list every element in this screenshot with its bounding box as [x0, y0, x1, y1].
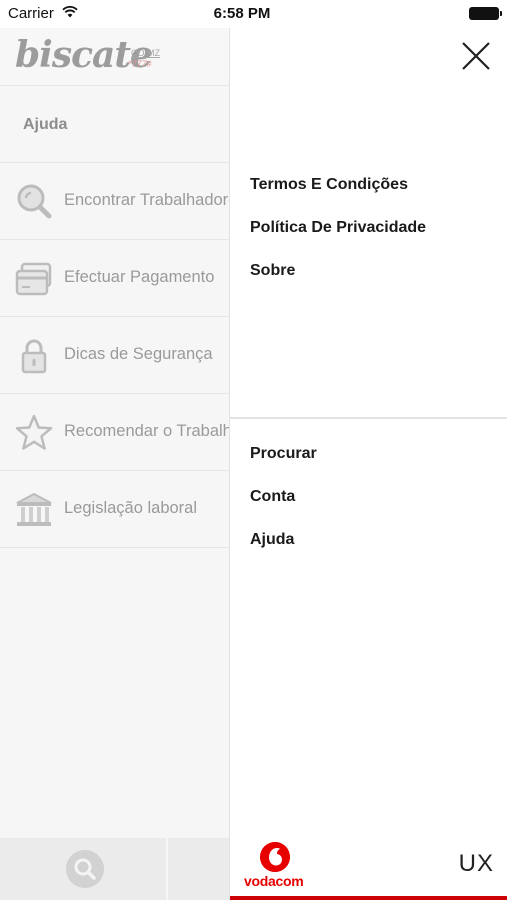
help-label: Ajuda — [23, 116, 68, 133]
logo-ussd-code: *777# — [128, 59, 152, 69]
help-row[interactable]: Ajuda — [0, 86, 229, 163]
star-icon — [15, 414, 53, 450]
drawer-item-account[interactable]: Conta — [250, 488, 295, 506]
menu-item-label: Encontrar Trabalhadores — [64, 191, 229, 209]
tab-search[interactable] — [0, 838, 168, 900]
vodacom-logo: vodacom — [244, 873, 304, 889]
search-icon — [17, 184, 52, 219]
clock: 6:58 PM — [213, 5, 271, 22]
menu-item-label: Dicas de Segurança — [64, 345, 213, 363]
sponsor-footer: vodacom UX — [230, 838, 507, 900]
vodafone-logo-icon — [260, 842, 290, 872]
bank-icon — [16, 492, 52, 526]
close-icon[interactable] — [456, 36, 496, 76]
menu-item-recommend-worker[interactable]: Recomendar o Trabalhador — [0, 394, 229, 471]
battery-icon — [469, 7, 502, 20]
credit-card-icon — [15, 262, 52, 296]
side-drawer: Termos E Condições Política De Privacida… — [229, 28, 507, 900]
menu-item-safety-tips[interactable]: Dicas de Segurança — [0, 317, 229, 394]
menu-item-label: Recomendar o Trabalhador — [64, 422, 229, 440]
logo-domain: CO.MZ — [131, 48, 160, 58]
status-bar: Carrier 6:58 PM — [0, 0, 507, 28]
drawer-item-help[interactable]: Ajuda — [250, 531, 294, 549]
menu-item-label: Legislação laboral — [64, 499, 198, 517]
menu-item-make-payment[interactable]: Efectuar Pagamento — [0, 240, 229, 317]
menu-item-find-workers[interactable]: Encontrar Trabalhadores — [0, 163, 229, 240]
lock-icon — [21, 339, 47, 374]
ux-logo: UX — [458, 850, 494, 877]
divider — [230, 417, 507, 419]
app-header: biscate CO.MZ *777# — [0, 28, 229, 86]
main-menu-panel: biscate CO.MZ *777# Ajuda Encontrar Trab… — [0, 28, 229, 900]
drawer-item-terms[interactable]: Termos E Condições — [250, 176, 408, 194]
search-icon — [66, 850, 104, 888]
bottom-tab-bar — [0, 838, 229, 900]
menu-item-labour-law[interactable]: Legislação laboral — [0, 471, 229, 548]
drawer-item-search[interactable]: Procurar — [250, 445, 317, 463]
drawer-item-about[interactable]: Sobre — [250, 262, 295, 280]
menu-item-label: Efectuar Pagamento — [64, 268, 215, 286]
drawer-item-privacy[interactable]: Política De Privacidade — [250, 219, 426, 237]
footer-accent-line — [230, 896, 507, 900]
tab-secondary[interactable] — [170, 838, 229, 900]
